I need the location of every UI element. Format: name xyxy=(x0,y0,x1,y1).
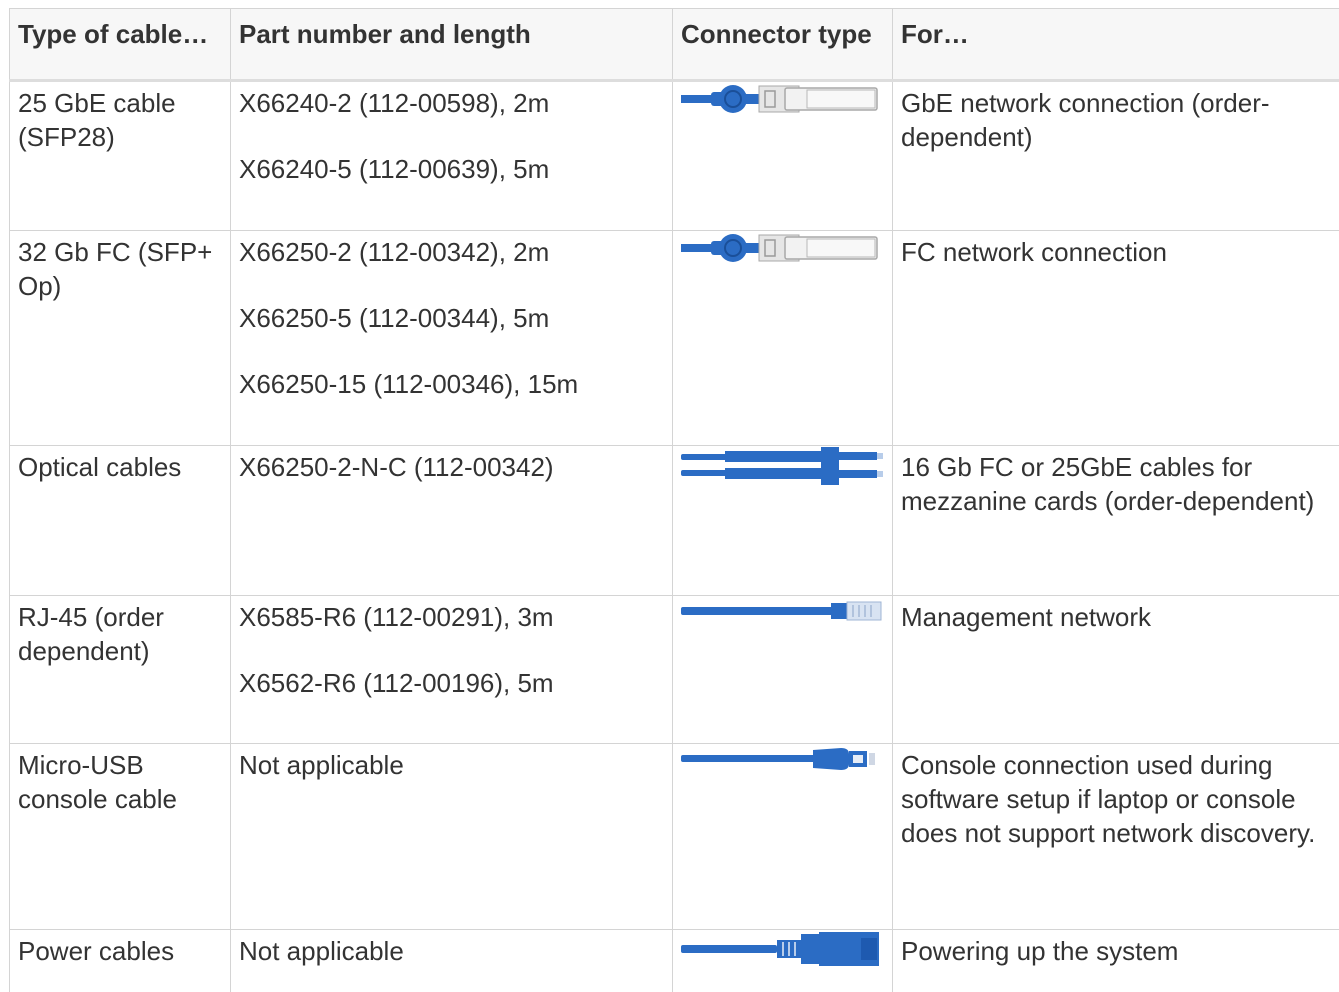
part-number: X66250-2 (112-00342), 2m xyxy=(239,237,550,267)
cell-connector xyxy=(672,230,893,446)
part-number: X66240-2 (112-00598), 2m xyxy=(239,88,550,118)
cable-purpose: Powering up the system xyxy=(901,936,1179,966)
cell-type: RJ-45 (order dependent) xyxy=(9,595,231,744)
cell-part: X66250-2 (112-00342), 2m X66250-5 (112-0… xyxy=(230,230,673,446)
cable-type: 25 GbE cable (SFP28) xyxy=(18,88,176,152)
cable-table-container: Type of cable… Part number and length Co… xyxy=(9,8,1339,992)
cell-type: Optical cables xyxy=(9,445,231,596)
part-number: X66250-15 (112-00346), 15m xyxy=(239,369,579,399)
part-number: Not applicable xyxy=(239,750,404,780)
cell-part: X66250-2-N-C (112-00342) xyxy=(230,445,673,596)
table-row: Power cables Not applicable Powering up … xyxy=(9,929,1339,992)
power-cable-icon xyxy=(681,930,885,970)
part-number: X66240-5 (112-00639), 5m xyxy=(239,154,550,184)
cable-purpose: FC network connection xyxy=(901,237,1167,267)
cell-type: 32 Gb FC (SFP+ Op) xyxy=(9,230,231,446)
table-row: Micro-USB console cable Not applicable C… xyxy=(9,743,1339,930)
cell-for: Console connection used during software … xyxy=(892,743,1339,930)
cell-connector xyxy=(672,743,893,930)
header-part: Part number and length xyxy=(230,8,673,82)
table-header-row: Type of cable… Part number and length Co… xyxy=(9,8,1339,82)
part-number: X66250-5 (112-00344), 5m xyxy=(239,303,550,333)
cell-for: 16 Gb FC or 25GbE cables for mezzanine c… xyxy=(892,445,1339,596)
header-for: For… xyxy=(892,8,1339,82)
cell-type: Micro-USB console cable xyxy=(9,743,231,930)
cell-type: Power cables xyxy=(9,929,231,992)
cell-for: Management network xyxy=(892,595,1339,744)
cell-for: GbE network connection (order-dependent) xyxy=(892,80,1339,231)
header-type: Type of cable… xyxy=(9,8,231,82)
sfp-cable-icon xyxy=(681,82,885,118)
cell-part: Not applicable xyxy=(230,743,673,930)
part-number: X66250-2-N-C (112-00342) xyxy=(239,452,554,482)
cell-connector xyxy=(672,929,893,992)
part-number: Not applicable xyxy=(239,936,404,966)
cable-type: Power cables xyxy=(18,936,175,966)
cable-table: Type of cable… Part number and length Co… xyxy=(9,8,1339,992)
micro-usb-cable-icon xyxy=(681,744,885,774)
cable-purpose: Management network xyxy=(901,602,1152,632)
cable-purpose: GbE network connection (order-dependent) xyxy=(901,88,1270,152)
cable-type: 32 Gb FC (SFP+ Op) xyxy=(18,237,213,301)
optical-cable-icon xyxy=(681,446,885,486)
cell-connector xyxy=(672,445,893,596)
table-row: 25 GbE cable (SFP28) X66240-2 (112-00598… xyxy=(9,80,1339,231)
cable-type: Micro-USB console cable xyxy=(18,750,177,814)
cable-type: Optical cables xyxy=(18,452,182,482)
table-row: 32 Gb FC (SFP+ Op) X66250-2 (112-00342),… xyxy=(9,230,1339,446)
cell-part: X6585-R6 (112-00291), 3m X6562-R6 (112-0… xyxy=(230,595,673,744)
header-connector: Connector type xyxy=(672,8,893,82)
cable-purpose: Console connection used during software … xyxy=(901,750,1316,848)
cell-for: FC network connection xyxy=(892,230,1339,446)
cell-for: Powering up the system xyxy=(892,929,1339,992)
cell-type: 25 GbE cable (SFP28) xyxy=(9,80,231,231)
table-row: RJ-45 (order dependent) X6585-R6 (112-00… xyxy=(9,595,1339,744)
cable-purpose: 16 Gb FC or 25GbE cables for mezzanine c… xyxy=(901,452,1315,516)
cell-part: Not applicable xyxy=(230,929,673,992)
sfp-cable-icon xyxy=(681,231,885,267)
cable-type: RJ-45 (order dependent) xyxy=(18,602,164,666)
part-number: X6562-R6 (112-00196), 5m xyxy=(239,668,554,698)
cell-connector xyxy=(672,80,893,231)
part-number: X6585-R6 (112-00291), 3m xyxy=(239,602,554,632)
cell-part: X66240-2 (112-00598), 2m X66240-5 (112-0… xyxy=(230,80,673,231)
rj45-cable-icon xyxy=(681,596,885,626)
cell-connector xyxy=(672,595,893,744)
table-row: Optical cables X66250-2-N-C (112-00342) xyxy=(9,445,1339,596)
